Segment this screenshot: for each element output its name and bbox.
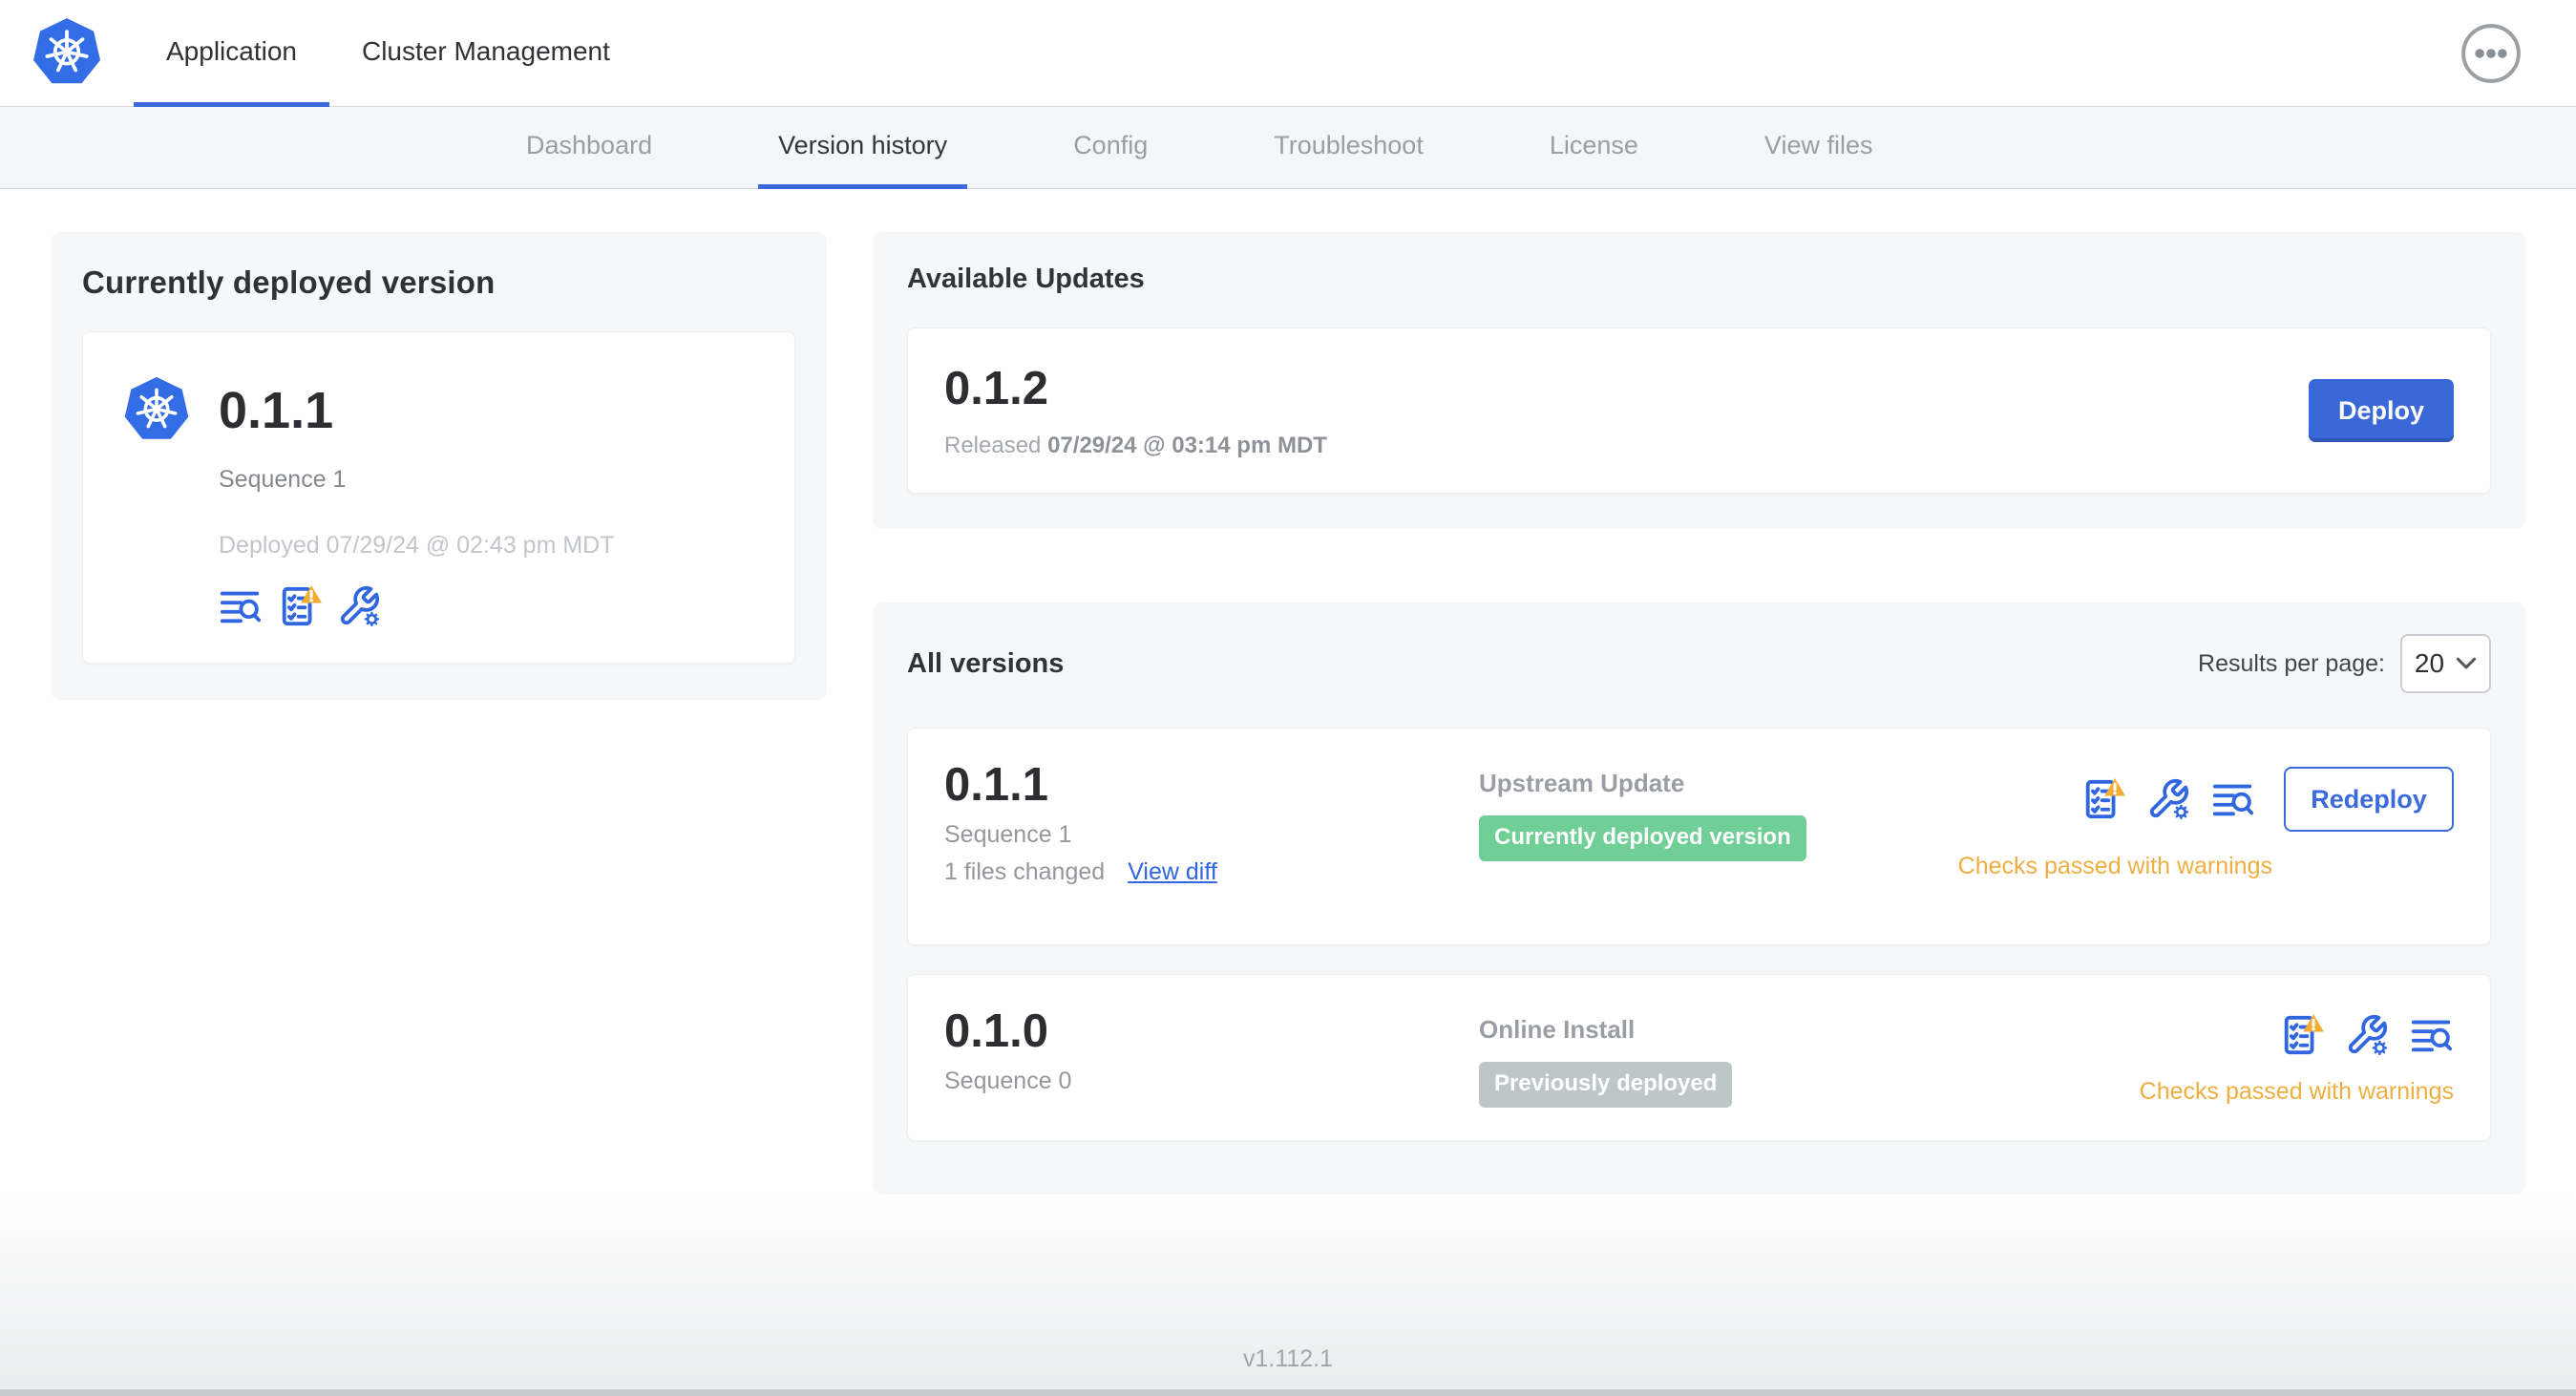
version-row-right: Checks passed with warnings: [2140, 1007, 2454, 1108]
view-diff-link[interactable]: View diff: [1128, 858, 1217, 886]
app-logo: [0, 0, 134, 106]
update-version-number: 0.1.2: [944, 363, 1048, 414]
all-versions-panel: All versions Results per page: 20 0.1.1 …: [873, 603, 2525, 1195]
row-files-changed: 1 files changed View diff: [944, 858, 1479, 886]
tab-version-history[interactable]: Version history: [758, 107, 968, 189]
all-versions-title: All versions: [907, 647, 1065, 679]
release-notes-icon[interactable]: [219, 584, 263, 628]
results-per-page-value: 20: [2414, 648, 2445, 678]
top-header: Application Cluster Management: [0, 0, 2576, 107]
results-per-page-select[interactable]: 20: [2400, 634, 2491, 693]
release-notes-icon[interactable]: [2410, 1013, 2454, 1057]
preflight-checks-warning-icon[interactable]: [2280, 1012, 2326, 1057]
tab-dashboard[interactable]: Dashboard: [506, 107, 672, 189]
row-sequence: Sequence 1: [944, 821, 1072, 849]
release-notes-icon[interactable]: [2211, 777, 2255, 821]
config-icon[interactable]: [2146, 777, 2190, 821]
redeploy-button[interactable]: Redeploy: [2284, 767, 2454, 832]
version-row-left: 0.1.0 Sequence 0: [944, 1005, 1479, 1108]
config-icon[interactable]: [2345, 1013, 2389, 1057]
previously-deployed-badge: Previously deployed: [1479, 1062, 1733, 1108]
deployed-version-actions: [219, 583, 758, 628]
deployed-version-number: 0.1.1: [219, 382, 334, 439]
tab-troubleshoot[interactable]: Troubleshoot: [1254, 107, 1444, 189]
available-updates-title: Available Updates: [907, 264, 1145, 294]
right-column: Available Updates 0.1.2 Released 07/29/2…: [873, 232, 2525, 1195]
all-versions-header: All versions Results per page: 20: [907, 634, 2491, 693]
version-row-0-1-0: 0.1.0 Sequence 0 Online Install Previous…: [907, 974, 2491, 1141]
app-subnav: Dashboard Version history Config Trouble…: [0, 107, 2576, 189]
version-row-0-1-1: 0.1.1 Sequence 1 1 files changed View di…: [907, 728, 2491, 945]
update-info: 0.1.2 Released 07/29/24 @ 03:14 pm MDT: [944, 362, 1327, 459]
page-footer: v1.112.1: [0, 1195, 2576, 1396]
console-version: v1.112.1: [1242, 1345, 1334, 1372]
results-per-page: Results per page: 20: [2198, 634, 2491, 693]
deployed-sequence: Sequence 1: [219, 466, 347, 493]
checks-status: Checks passed with warnings: [2139, 1078, 2454, 1105]
currently-deployed-title: Currently deployed version: [82, 264, 496, 300]
kubernetes-logo-icon: [32, 15, 102, 85]
kubernetes-app-icon: [122, 375, 191, 441]
row-sequence: Sequence 0: [944, 1068, 1072, 1095]
ellipsis-icon: [2461, 23, 2521, 83]
update-card: 0.1.2 Released 07/29/24 @ 03:14 pm MDT D…: [907, 328, 2491, 494]
row-version-number: 0.1.1: [944, 759, 1048, 811]
deploy-button[interactable]: Deploy: [2309, 379, 2454, 442]
currently-deployed-card: 0.1.1 Sequence 1 Deployed 07/29/24 @ 02:…: [82, 331, 795, 664]
config-icon[interactable]: [337, 584, 381, 628]
overflow-menu-button[interactable]: [2460, 22, 2523, 85]
version-row-left: 0.1.1 Sequence 1 1 files changed View di…: [944, 759, 1479, 912]
currently-deployed-badge: Currently deployed version: [1479, 815, 1806, 861]
row-source: Upstream Update: [1479, 769, 1685, 797]
top-tab-bar: Application Cluster Management: [134, 0, 643, 107]
files-changed-text: 1 files changed: [944, 858, 1106, 886]
preflight-checks-warning-icon[interactable]: [278, 583, 324, 628]
tab-cluster-management[interactable]: Cluster Management: [329, 0, 643, 107]
currently-deployed-panel: Currently deployed version 0.1.1 Sequenc…: [51, 232, 827, 700]
results-per-page-label: Results per page:: [2198, 649, 2385, 677]
preflight-checks-warning-icon[interactable]: [2081, 776, 2127, 821]
tab-view-files[interactable]: View files: [1744, 107, 1893, 189]
version-row-middle: Upstream Update Currently deployed versi…: [1479, 761, 1958, 912]
row-actions: Redeploy: [2081, 767, 2454, 832]
update-released: Released 07/29/24 @ 03:14 pm MDT: [944, 433, 1327, 459]
available-updates-panel: Available Updates 0.1.2 Released 07/29/2…: [873, 232, 2525, 529]
row-source: Online Install: [1479, 1015, 1636, 1044]
deployed-date: Deployed 07/29/24 @ 02:43 pm MDT: [219, 532, 615, 559]
tab-config[interactable]: Config: [1053, 107, 1168, 189]
checks-status: Checks passed with warnings: [1957, 853, 2272, 879]
row-version-number: 0.1.0: [944, 1005, 1048, 1057]
chevron-down-icon: [2456, 657, 2477, 669]
version-row-right: Redeploy Checks passed with warnings: [1958, 761, 2454, 912]
tab-license[interactable]: License: [1530, 107, 1658, 189]
released-label: Released: [944, 433, 1042, 458]
version-row-middle: Online Install Previously deployed: [1479, 1007, 2140, 1108]
row-actions: [2280, 1012, 2454, 1057]
main-content: Currently deployed version 0.1.1 Sequenc…: [0, 189, 2576, 1195]
tab-application[interactable]: Application: [134, 0, 329, 107]
released-date: 07/29/24 @ 03:14 pm MDT: [1047, 433, 1327, 458]
